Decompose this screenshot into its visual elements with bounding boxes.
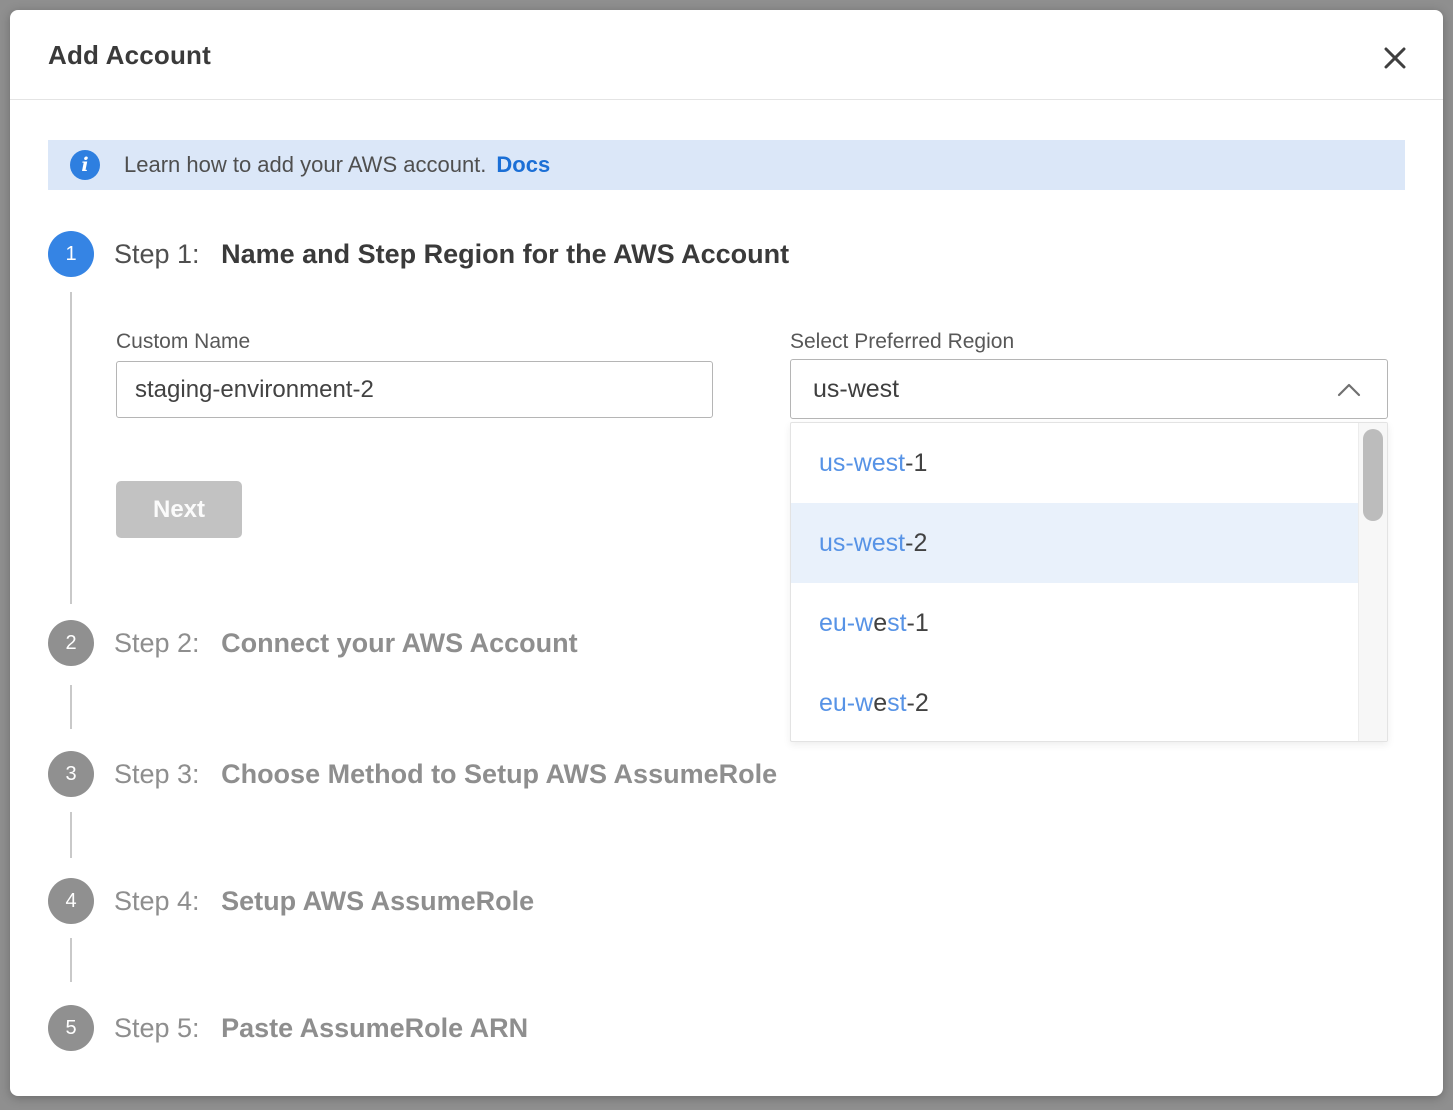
region-label: Select Preferred Region [790,330,1014,354]
modal-header: Add Account [10,10,1443,100]
option-match-text: eu-w [819,609,873,637]
step-row-1: 1 Step 1: Name and Step Region for the A… [48,231,789,277]
step-3-title: Choose Method to Setup AWS AssumeRole [221,759,777,789]
custom-name-input[interactable] [116,361,713,418]
option-us-west-1[interactable]: us-west-1 [791,423,1360,503]
option-rest-text: -2 [907,689,929,717]
step-5-heading: Step 5: Paste AssumeRole ARN [114,1013,528,1044]
option-eu-west-1[interactable]: eu-west-1 [791,583,1360,663]
dropdown-scrollbar-track [1358,423,1387,741]
next-button[interactable]: Next [116,481,242,538]
banner-text: Learn how to add your AWS account. [124,152,486,178]
step-1-indicator: 1 [48,231,94,277]
close-icon [1382,45,1408,71]
close-button[interactable] [1379,42,1411,74]
option-us-west-2[interactable]: us-west-2 [791,503,1360,583]
step-2-indicator: 2 [48,620,94,666]
step-4-indicator: 4 [48,878,94,924]
option-eu-west-2[interactable]: eu-west-2 [791,663,1360,742]
info-icon: i [70,150,100,180]
step-4-title: Setup AWS AssumeRole [221,886,534,916]
step-4-label: Step 4: [114,886,200,916]
add-account-modal: Add Account i Learn how to add your AWS … [10,10,1443,1096]
step-2-title: Connect your AWS Account [221,628,578,658]
step-1-heading: Step 1: Name and Step Region for the AWS… [114,239,789,270]
step-4-heading: Step 4: Setup AWS AssumeRole [114,886,534,917]
option-rest-text: e [873,689,887,717]
step-row-3: 3 Step 3: Choose Method to Setup AWS Ass… [48,751,777,797]
custom-name-label: Custom Name [116,330,250,354]
option-rest-text: e [873,609,887,637]
option-rest-text: -1 [907,609,929,637]
step-5-title: Paste AssumeRole ARN [221,1013,528,1043]
step-row-5: 5 Step 5: Paste AssumeRole ARN [48,1005,528,1051]
option-match-text: st [887,689,906,717]
docs-link[interactable]: Docs [496,152,550,178]
info-banner: i Learn how to add your AWS account. Doc… [48,140,1405,190]
dropdown-scrollbar-thumb[interactable] [1363,429,1383,521]
option-match-text: eu-w [819,689,873,717]
step-connector-3 [70,812,72,858]
step-1-label: Step 1: [114,239,200,269]
option-rest-text: -1 [905,449,927,477]
step-row-2: 2 Step 2: Connect your AWS Account [48,620,578,666]
chevron-up-icon [1337,383,1361,397]
option-rest-text: -2 [905,529,927,557]
step-3-indicator: 3 [48,751,94,797]
region-select-value: us-west [813,375,899,404]
option-match-text: st [887,609,906,637]
step-5-indicator: 5 [48,1005,94,1051]
step-connector-1 [70,292,72,604]
step-1-title: Name and Step Region for the AWS Account [221,239,789,269]
step-5-label: Step 5: [114,1013,200,1043]
option-match-text: us-west [819,449,905,477]
step-3-heading: Step 3: Choose Method to Setup AWS Assum… [114,759,777,790]
step-connector-2 [70,685,72,729]
step-3-label: Step 3: [114,759,200,789]
step-connector-4 [70,938,72,982]
region-dropdown: us-west-1 us-west-2 eu-west-1 eu-west-2 [790,422,1388,742]
step-row-4: 4 Step 4: Setup AWS AssumeRole [48,878,534,924]
region-select[interactable]: us-west [790,359,1388,419]
option-match-text: us-west [819,529,905,557]
step-2-heading: Step 2: Connect your AWS Account [114,628,578,659]
step-2-label: Step 2: [114,628,200,658]
page-title: Add Account [48,40,211,71]
